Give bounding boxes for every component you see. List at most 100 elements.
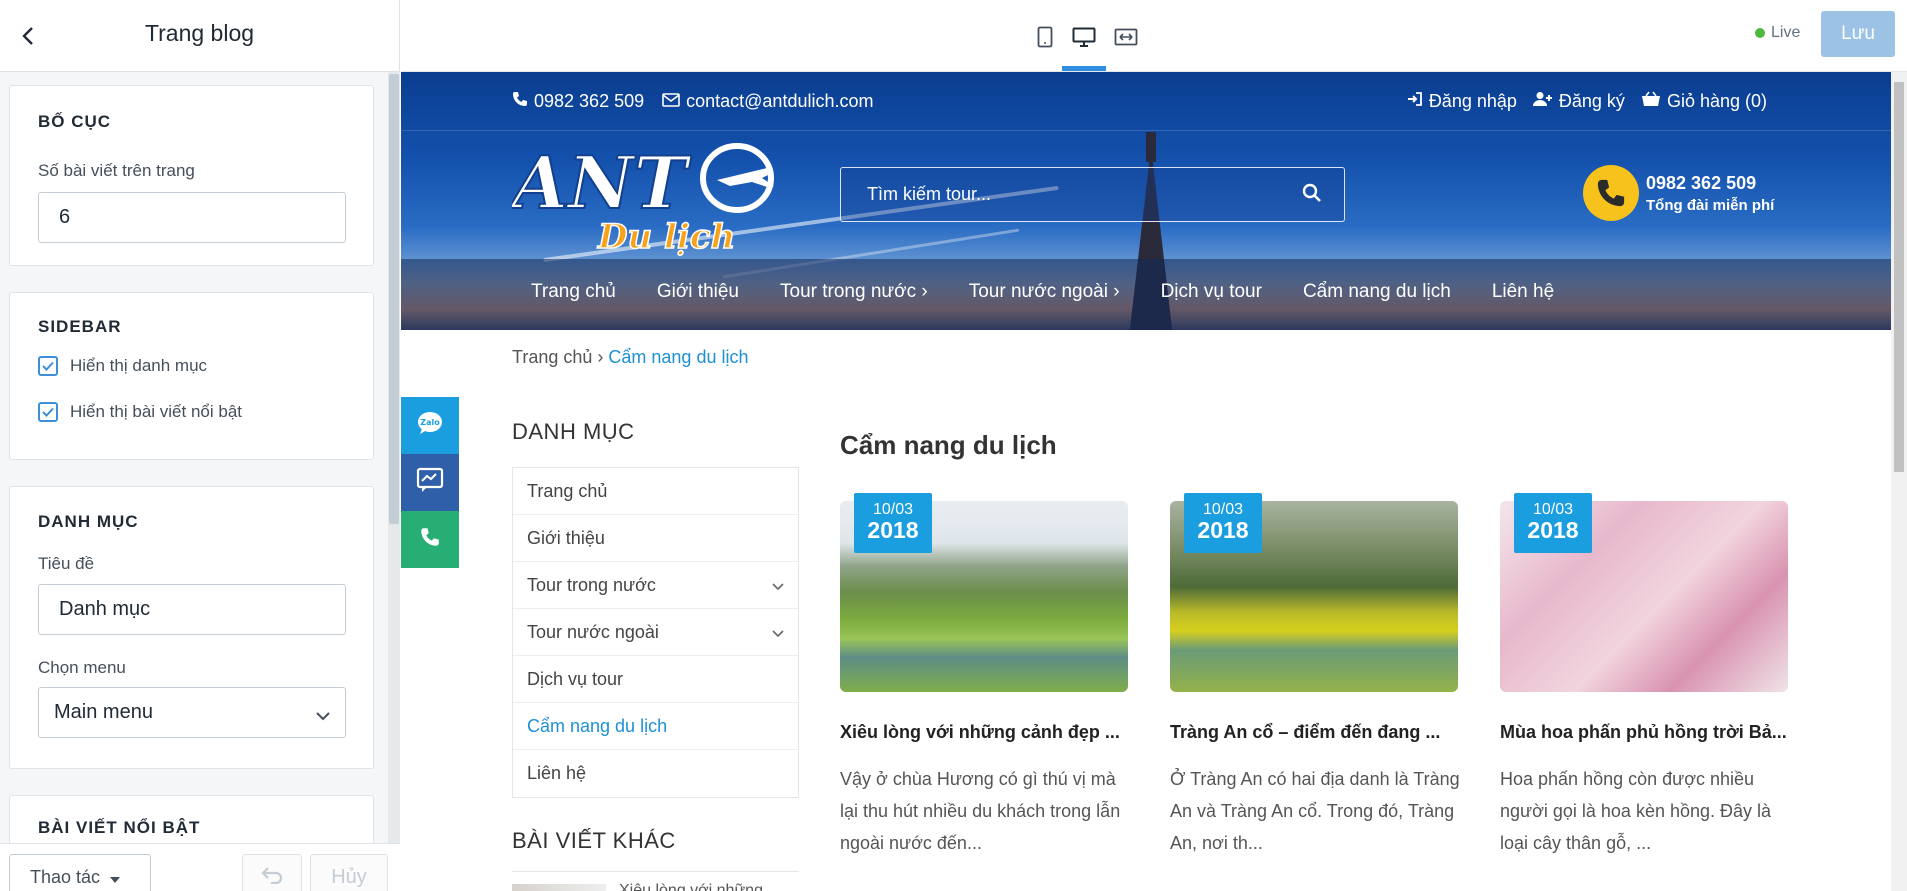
other-posts-heading: BÀI VIẾT KHÁC	[512, 828, 676, 853]
menu-select-value: Main menu	[54, 701, 153, 723]
messenger-icon	[416, 467, 444, 498]
show-featured-option[interactable]: Hiển thị bài viết nổi bật	[38, 402, 242, 422]
category-label: Liên hệ	[527, 763, 587, 783]
live-status: Live	[1755, 24, 1800, 42]
category-item[interactable]: Tour trong nước	[513, 562, 798, 609]
nav-item[interactable]: Tour nước ngoài ›	[969, 281, 1120, 303]
phone-icon	[512, 91, 528, 112]
category-label: Dịch vụ tour	[527, 668, 624, 689]
breadcrumb-current: Cẩm nang du lịch	[608, 347, 749, 367]
category-list: Trang chủ Giới thiệu Tour trong nước Tour n…	[512, 467, 799, 798]
actions-label: Thao tác	[30, 866, 101, 887]
cancel-button[interactable]: Hủy	[310, 854, 388, 891]
category-item[interactable]: Cẩm nang du lịch	[513, 703, 798, 750]
other-post-title[interactable]: Xiêu lòng với những	[619, 882, 763, 891]
date-year: 2018	[1197, 517, 1249, 543]
nav-item[interactable]: Liên hệ	[1492, 281, 1554, 303]
category-label: Cẩm nang du lịch	[527, 715, 668, 736]
call-button[interactable]	[401, 511, 459, 568]
settings-panel: Trang blog BỐ CỤC Số bài viết trên trang…	[0, 0, 400, 891]
category-item[interactable]: Giới thiệu	[513, 515, 798, 562]
login-link[interactable]: Đăng nhập	[1407, 91, 1517, 112]
category-item[interactable]: Dịch vụ tour	[513, 656, 798, 703]
panel-scrollbar[interactable]	[388, 72, 400, 843]
site-logo[interactable]: ANT Du lịch	[505, 138, 792, 258]
breadcrumb: Trang chủ › Cẩm nang du lịch	[512, 347, 748, 368]
caret-down-icon	[110, 867, 121, 888]
category-title: DANH MỤC	[38, 512, 139, 531]
zalo-icon: Zalo	[416, 410, 444, 441]
panel-footer: Thao tác Hủy	[0, 843, 400, 891]
show-categories-checkbox[interactable]	[38, 356, 58, 376]
category-item[interactable]: Tour nước ngoài	[513, 609, 798, 656]
layout-card: BỐ CỤC Số bài viết trên trang 6	[9, 85, 374, 266]
messenger-button[interactable]	[401, 454, 459, 511]
email-link[interactable]: contact@antdulich.com	[662, 91, 873, 112]
contact-info: 0982 362 509 contact@antdulich.com	[512, 91, 873, 112]
undo-button[interactable]	[242, 854, 302, 891]
nav-item[interactable]: Giới thiệu	[657, 281, 739, 303]
date-badge: 10/03 2018	[1184, 493, 1262, 553]
login-text: Đăng nhập	[1428, 91, 1517, 111]
nav-items: Trang chủ Giới thiệu Tour trong nước › Tour…	[531, 281, 1595, 303]
search-input[interactable]: Tìm kiếm tour...	[867, 184, 991, 205]
nav-item[interactable]: Cẩm nang du lịch	[1303, 281, 1451, 303]
post-excerpt: Ở Tràng An có hai địa danh là Tràng An v…	[1170, 769, 1460, 853]
heading-input[interactable]: Danh mục	[38, 584, 346, 635]
tour-search[interactable]: Tìm kiếm tour...	[840, 167, 1345, 222]
header-divider	[401, 130, 1891, 131]
cart-link[interactable]: Giỏ hàng (0)	[1641, 91, 1767, 112]
post-card[interactable]: 10/03 2018 Mùa hoa phấn phủ hồng trời Bả..…	[1500, 493, 1788, 853]
blog-title: Cẩm nang du lịch	[840, 430, 1057, 460]
site-preview: 0982 362 509 contact@antdulich.com Đăng …	[401, 72, 1891, 891]
nav-item[interactable]: Dịch vụ tour	[1161, 281, 1262, 303]
chevron-down-icon[interactable]	[772, 622, 784, 643]
post-title[interactable]: Xiêu lòng với những cảnh đẹp ...	[840, 722, 1128, 743]
hotline-label: Tổng đài miễn phí	[1646, 197, 1775, 214]
category-item[interactable]: Liên hệ	[513, 750, 798, 797]
panel-scroll-thumb[interactable]	[389, 74, 399, 524]
register-link[interactable]: Đăng ký	[1532, 91, 1625, 112]
desktop-view-icon[interactable]	[1069, 22, 1099, 52]
logo-sub-text: Du lịch	[597, 217, 735, 257]
category-item[interactable]: Trang chủ	[513, 468, 798, 515]
post-excerpt: Vậy ở chùa Hương có gì thú vị mà lại thu…	[840, 769, 1121, 853]
post-title[interactable]: Mùa hoa phấn phủ hồng trời Bả...	[1500, 722, 1788, 743]
hotline-box[interactable]: 0982 362 509 Tổng đài miễn phí	[1583, 165, 1783, 225]
heading-label: Tiêu đề	[38, 554, 95, 573]
user-plus-icon	[1532, 91, 1553, 112]
cart-text: Giỏ hàng (0)	[1666, 91, 1767, 111]
preview-scrollbar[interactable]	[1891, 72, 1907, 891]
show-featured-checkbox[interactable]	[38, 402, 58, 422]
fullscreen-view-icon[interactable]	[1111, 22, 1141, 52]
mobile-view-icon[interactable]	[1030, 22, 1060, 52]
preview-toolbar: Live Lưu	[401, 0, 1907, 72]
other-post-thumbnail[interactable]	[512, 884, 606, 891]
settings-scroll-area: BỐ CỤC Số bài viết trên trang 6 SIDEBAR …	[0, 72, 400, 843]
post-title[interactable]: Tràng An cổ – điểm đến đang ...	[1170, 722, 1458, 743]
show-categories-option[interactable]: Hiển thị danh mục	[38, 356, 207, 376]
phone-link[interactable]: 0982 362 509	[512, 91, 644, 112]
save-button[interactable]: Lưu	[1821, 11, 1895, 57]
post-card[interactable]: 10/03 2018 Xiêu lòng với những cảnh đẹp ..…	[840, 493, 1128, 853]
chevron-down-icon	[315, 704, 331, 727]
main-navigation: Trang chủ Giới thiệu Tour trong nước › Tour…	[401, 259, 1891, 330]
zalo-button[interactable]: Zalo	[401, 397, 459, 454]
posts-per-page-label: Số bài viết trên trang	[38, 161, 195, 180]
menu-select[interactable]: Main menu	[38, 687, 346, 738]
breadcrumb-home[interactable]: Trang chủ	[512, 347, 592, 367]
chevron-down-icon[interactable]	[772, 575, 784, 596]
nav-item[interactable]: Tour trong nước ›	[780, 281, 928, 303]
preview-scroll-thumb[interactable]	[1894, 82, 1904, 472]
actions-button[interactable]: Thao tác	[9, 854, 151, 891]
category-label: Tour trong nước	[527, 574, 656, 595]
post-card[interactable]: 10/03 2018 Tràng An cổ – điểm đến đang ...…	[1170, 493, 1460, 853]
posts-per-page-input[interactable]: 6	[38, 192, 346, 243]
hotline-number: 0982 362 509	[1646, 173, 1757, 193]
panel-header: Trang blog	[0, 0, 399, 72]
search-icon[interactable]	[1302, 183, 1326, 207]
category-label: Trang chủ	[527, 480, 608, 501]
account-links: Đăng nhập Đăng ký Giỏ hàng (0)	[1407, 91, 1767, 112]
phone-circle-icon	[1583, 165, 1639, 221]
nav-item[interactable]: Trang chủ	[531, 281, 616, 303]
